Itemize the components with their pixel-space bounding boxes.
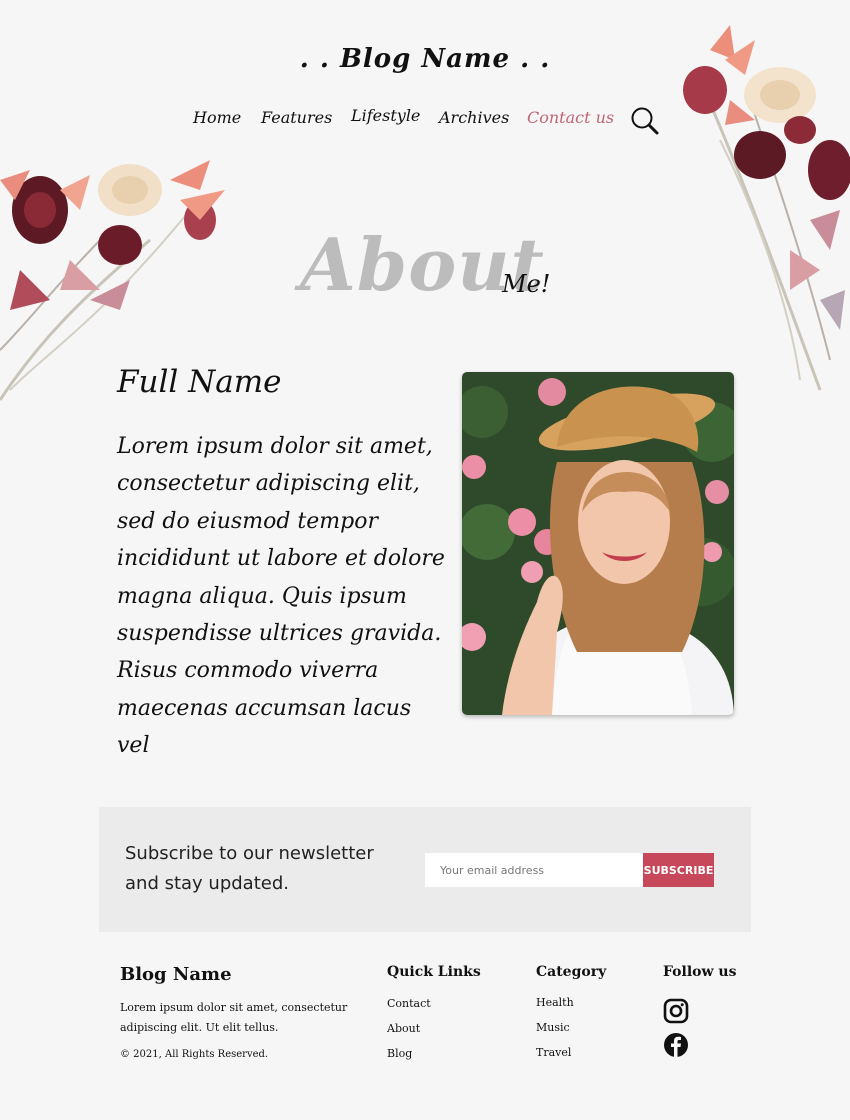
about-me-heading: Me! <box>502 270 551 298</box>
quick-links-title: Quick Links <box>387 964 481 980</box>
subscribe-button[interactable]: SUBSCRIBE <box>643 853 714 887</box>
follow-us-title: Follow us <box>663 964 737 980</box>
nav-item-contact-us[interactable]: Contact us <box>527 108 614 127</box>
bio-line: suspendisse ultrices gravida. <box>117 621 442 647</box>
nav-item-archives[interactable]: Archives <box>439 108 509 127</box>
newsletter-section: Subscribe to our newsletter and stay upd… <box>99 807 751 932</box>
bio-line: sed do eiusmod tempor <box>117 508 378 534</box>
full-name: Full Name <box>117 364 282 400</box>
footer-link-contact[interactable]: Contact <box>387 997 431 1010</box>
newsletter-text: Subscribe to our newsletter and stay upd… <box>125 843 374 894</box>
category-link-travel[interactable]: Travel <box>536 1046 571 1059</box>
copyright: © 2021, All Rights Reserved. <box>120 1049 269 1060</box>
blog-name[interactable]: . . Blog Name . . <box>0 44 850 74</box>
search-icon[interactable] <box>630 106 660 136</box>
flower-decoration-right <box>683 25 850 391</box>
bio-line: maecenas accumsan lacus vel <box>117 695 412 759</box>
category-link-music[interactable]: Music <box>536 1021 570 1034</box>
bio-line: incididunt ut labore et dolore <box>117 546 445 572</box>
nav-item-features[interactable]: Features <box>261 108 332 127</box>
footer-brand: Blog Name <box>120 964 232 985</box>
email-input[interactable] <box>425 853 658 887</box>
nav-item-home[interactable]: Home <box>193 108 241 127</box>
bio-line: Risus commodo viverra <box>117 658 379 684</box>
instagram-icon[interactable] <box>663 998 689 1024</box>
footer-link-about[interactable]: About <box>387 1022 420 1035</box>
footer-link-blog[interactable]: Blog <box>387 1047 412 1060</box>
bio-text: Lorem ipsum dolor sit amet, consectetur … <box>117 428 447 765</box>
bio-line: consectetur adipiscing elit, <box>117 471 420 497</box>
main-nav: Home Features Lifestyle Archives Contact… <box>0 106 850 138</box>
nav-item-lifestyle[interactable]: Lifestyle <box>351 106 420 125</box>
footer-description: Lorem ipsum dolor sit amet, consectetur … <box>120 1001 348 1034</box>
category-title: Category <box>536 964 607 980</box>
facebook-icon[interactable] <box>663 1032 689 1058</box>
category-link-health[interactable]: Health <box>536 996 574 1009</box>
bio-line: magna aliqua. Quis ipsum <box>117 583 407 609</box>
profile-photo <box>462 372 734 715</box>
bio-line: Lorem ipsum dolor sit amet, <box>117 434 433 459</box>
